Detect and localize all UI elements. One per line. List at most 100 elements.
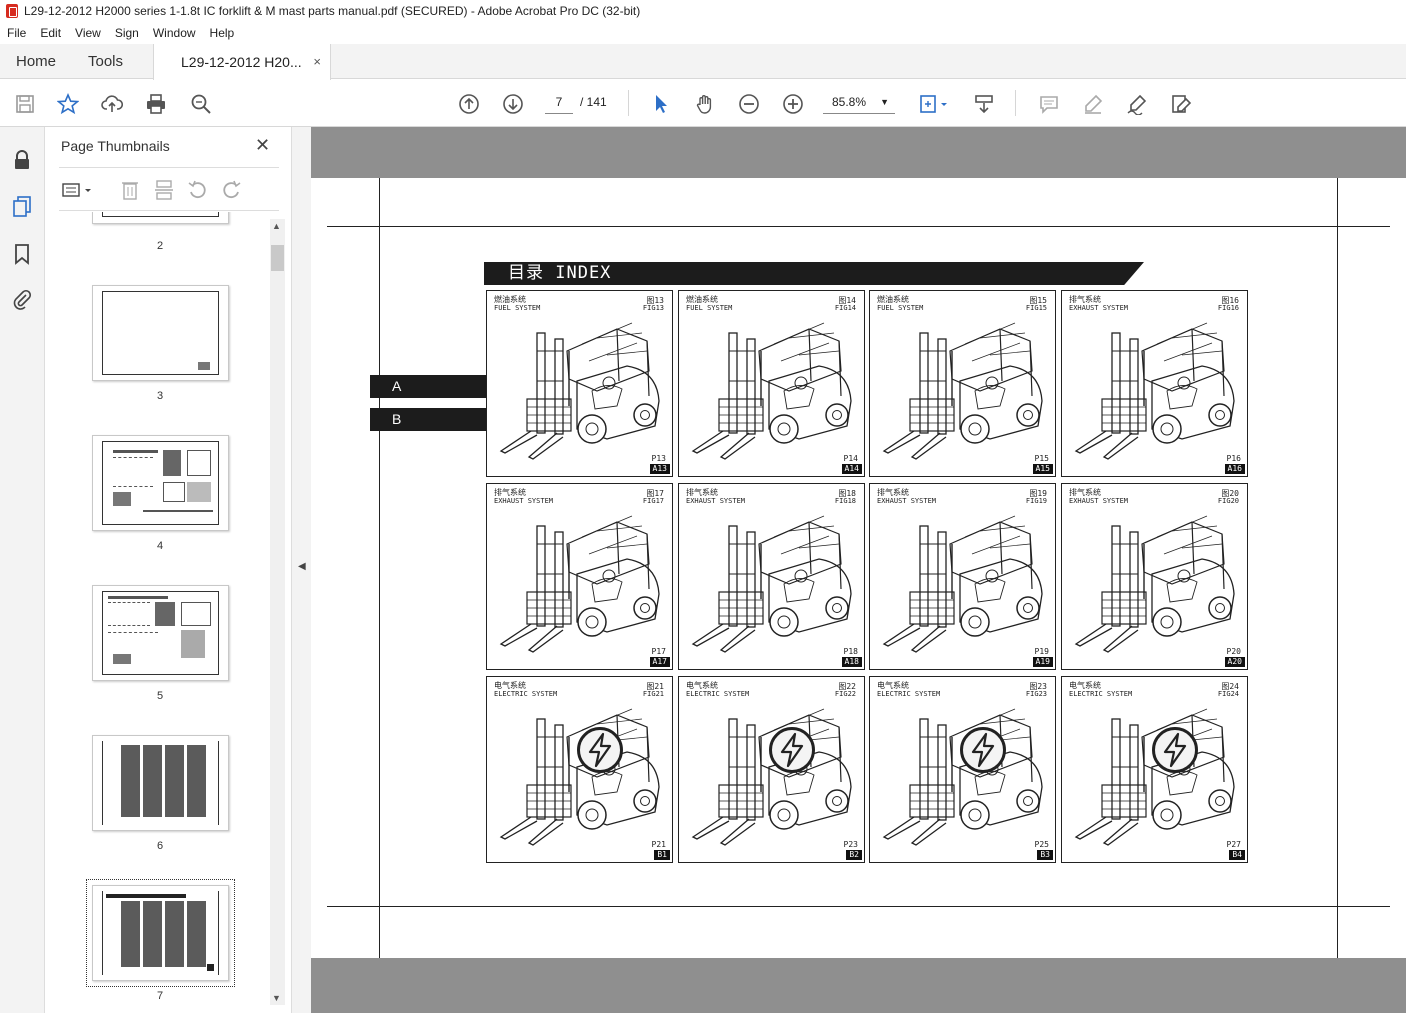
thumbnail-page[interactable] <box>92 285 229 381</box>
next-page-icon[interactable] <box>501 92 525 116</box>
menu-sign[interactable]: Sign <box>115 26 139 40</box>
cell-page-ref: P15 <box>1034 454 1049 463</box>
zoom-search-icon[interactable] <box>189 92 213 116</box>
previous-page-icon[interactable] <box>457 92 481 116</box>
zoom-select[interactable]: 85.8% ▼ <box>823 90 895 114</box>
panel-title: Page Thumbnails <box>61 138 170 154</box>
fit-dropdown-chevron-icon[interactable] <box>939 92 949 116</box>
section-tab-b[interactable]: B <box>370 408 486 431</box>
index-cell[interactable]: 电气系统 ELECTRIC SYSTEM 图24 FIG24 P27 B4 <box>1061 676 1248 863</box>
index-cell[interactable]: 电气系统 ELECTRIC SYSTEM 图23 FIG23 P25 B3 <box>869 676 1056 863</box>
chevron-down-icon: ▼ <box>880 97 889 107</box>
menu-help[interactable]: Help <box>210 26 235 40</box>
cell-title-cn: 排气系统 <box>494 488 526 497</box>
section-tab-a[interactable]: A <box>370 375 486 398</box>
menu-view[interactable]: View <box>75 26 101 40</box>
cell-code: A13 <box>649 464 670 474</box>
scrollbar-thumb[interactable] <box>271 245 284 271</box>
electric-bolt-icon <box>769 727 815 773</box>
index-cell[interactable]: 电气系统 ELECTRIC SYSTEM 图21 FIG21 P21 B1 <box>486 676 673 863</box>
cell-title-cn: 排气系统 <box>1069 488 1101 497</box>
toolbar-divider <box>1015 90 1016 116</box>
index-cell[interactable]: 排气系统 EXHAUST SYSTEM 图16 FIG16 P16 A16 <box>1061 290 1248 477</box>
index-cell[interactable]: 排气系统 EXHAUST SYSTEM 图19 FIG19 P19 A19 <box>869 483 1056 670</box>
page-number-input[interactable]: 7 <box>545 90 573 114</box>
cell-page-ref: P14 <box>843 454 858 463</box>
page-border-line <box>327 906 1390 907</box>
close-tab-icon[interactable]: × <box>313 54 321 69</box>
cloud-upload-icon[interactable] <box>100 92 124 116</box>
tab-home[interactable]: Home <box>16 53 56 70</box>
cell-code: A19 <box>1032 657 1053 667</box>
edit-pdf-icon[interactable] <box>1169 92 1193 116</box>
thumbnail-page-current[interactable] <box>86 879 235 987</box>
delete-page-icon[interactable] <box>120 179 140 201</box>
cell-code: A14 <box>841 464 862 474</box>
fit-page-icon[interactable] <box>917 92 941 116</box>
rotate-left-icon[interactable] <box>187 179 209 201</box>
thumbnail-page[interactable] <box>92 585 229 681</box>
menu-file[interactable]: File <box>7 26 26 40</box>
title-bar: L29-12-2012 H2000 series 1-1.8t IC forkl… <box>0 0 1406 22</box>
collapse-panel-icon[interactable]: ◀ <box>298 561 306 572</box>
zoom-in-icon[interactable] <box>781 92 805 116</box>
select-cursor-icon[interactable] <box>649 92 673 116</box>
electric-bolt-icon <box>1152 727 1198 773</box>
cell-page-ref: P21 <box>651 840 666 849</box>
sign-pen-icon[interactable] <box>1125 92 1149 116</box>
save-icon[interactable] <box>13 92 37 116</box>
thumbnail-preview <box>102 891 219 975</box>
forklift-illustration <box>882 708 1043 846</box>
page-thumbnails-icon[interactable] <box>11 195 33 217</box>
highlight-pen-icon[interactable] <box>1081 92 1105 116</box>
cell-page-ref: P27 <box>1226 840 1241 849</box>
menu-window[interactable]: Window <box>153 26 196 40</box>
index-cell[interactable]: 燃油系统 FUEL SYSTEM 图15 FIG15 P15 A15 <box>869 290 1056 477</box>
panel-splitter[interactable]: ◀ <box>291 127 311 1013</box>
options-menu-icon[interactable] <box>61 179 97 201</box>
index-cell[interactable]: 电气系统 ELECTRIC SYSTEM 图22 FIG22 P23 B2 <box>678 676 865 863</box>
cell-code: A20 <box>1224 657 1245 667</box>
thumbnail-page[interactable] <box>92 435 229 531</box>
index-cell[interactable]: 排气系统 EXHAUST SYSTEM 图18 FIG18 P18 A18 <box>678 483 865 670</box>
close-panel-icon[interactable]: ✕ <box>255 135 270 156</box>
extract-page-icon[interactable] <box>154 179 174 201</box>
forklift-illustration <box>882 322 1043 460</box>
toolbar <box>0 80 1406 127</box>
star-icon[interactable] <box>56 92 80 116</box>
menu-bar: File Edit View Sign Window Help <box>0 22 1406 44</box>
index-cell[interactable]: 燃油系统 FUEL SYSTEM 图14 FIG14 P14 A14 <box>678 290 865 477</box>
comment-icon[interactable] <box>1037 92 1061 116</box>
bookmark-icon[interactable] <box>11 243 33 265</box>
attachment-icon[interactable] <box>11 288 33 310</box>
cell-page-ref: P13 <box>651 454 666 463</box>
forklift-illustration <box>1074 515 1235 653</box>
thumbnail-page[interactable] <box>92 212 229 224</box>
cell-title-cn: 燃油系统 <box>494 295 526 304</box>
lock-icon[interactable] <box>11 149 33 171</box>
scroll-down-icon[interactable]: ▼ <box>272 993 281 1003</box>
menu-edit[interactable]: Edit <box>40 26 61 40</box>
thumbnail-page[interactable] <box>92 735 229 831</box>
index-cell[interactable]: 燃油系统 FUEL SYSTEM 图13 FIG13 P13 A13 <box>486 290 673 477</box>
rotate-right-icon[interactable] <box>220 179 242 201</box>
hand-tool-icon[interactable] <box>693 92 717 116</box>
cell-title-cn: 燃油系统 <box>877 295 909 304</box>
tab-tools[interactable]: Tools <box>88 53 123 70</box>
cell-title-cn: 排气系统 <box>686 488 718 497</box>
scroll-mode-icon[interactable] <box>972 92 996 116</box>
panel-toolbar <box>59 177 279 203</box>
left-rail <box>0 127 45 1013</box>
tab-document[interactable]: L29-12-2012 H20... × <box>153 44 331 80</box>
thumbnail-grid <box>121 901 209 967</box>
index-cell[interactable]: 排气系统 EXHAUST SYSTEM 图17 FIG17 P17 A17 <box>486 483 673 670</box>
cell-code: A16 <box>1224 464 1245 474</box>
index-cell[interactable]: 排气系统 EXHAUST SYSTEM 图20 FIG20 P20 A20 <box>1061 483 1248 670</box>
forklift-illustration <box>499 515 660 653</box>
window-title: L29-12-2012 H2000 series 1-1.8t IC forkl… <box>24 4 641 18</box>
thumbnail-scrollbar[interactable]: ▲ ▼ <box>270 219 285 1005</box>
forklift-illustration <box>691 322 852 460</box>
zoom-out-icon[interactable] <box>737 92 761 116</box>
scroll-up-icon[interactable]: ▲ <box>272 221 281 231</box>
print-icon[interactable] <box>144 92 168 116</box>
